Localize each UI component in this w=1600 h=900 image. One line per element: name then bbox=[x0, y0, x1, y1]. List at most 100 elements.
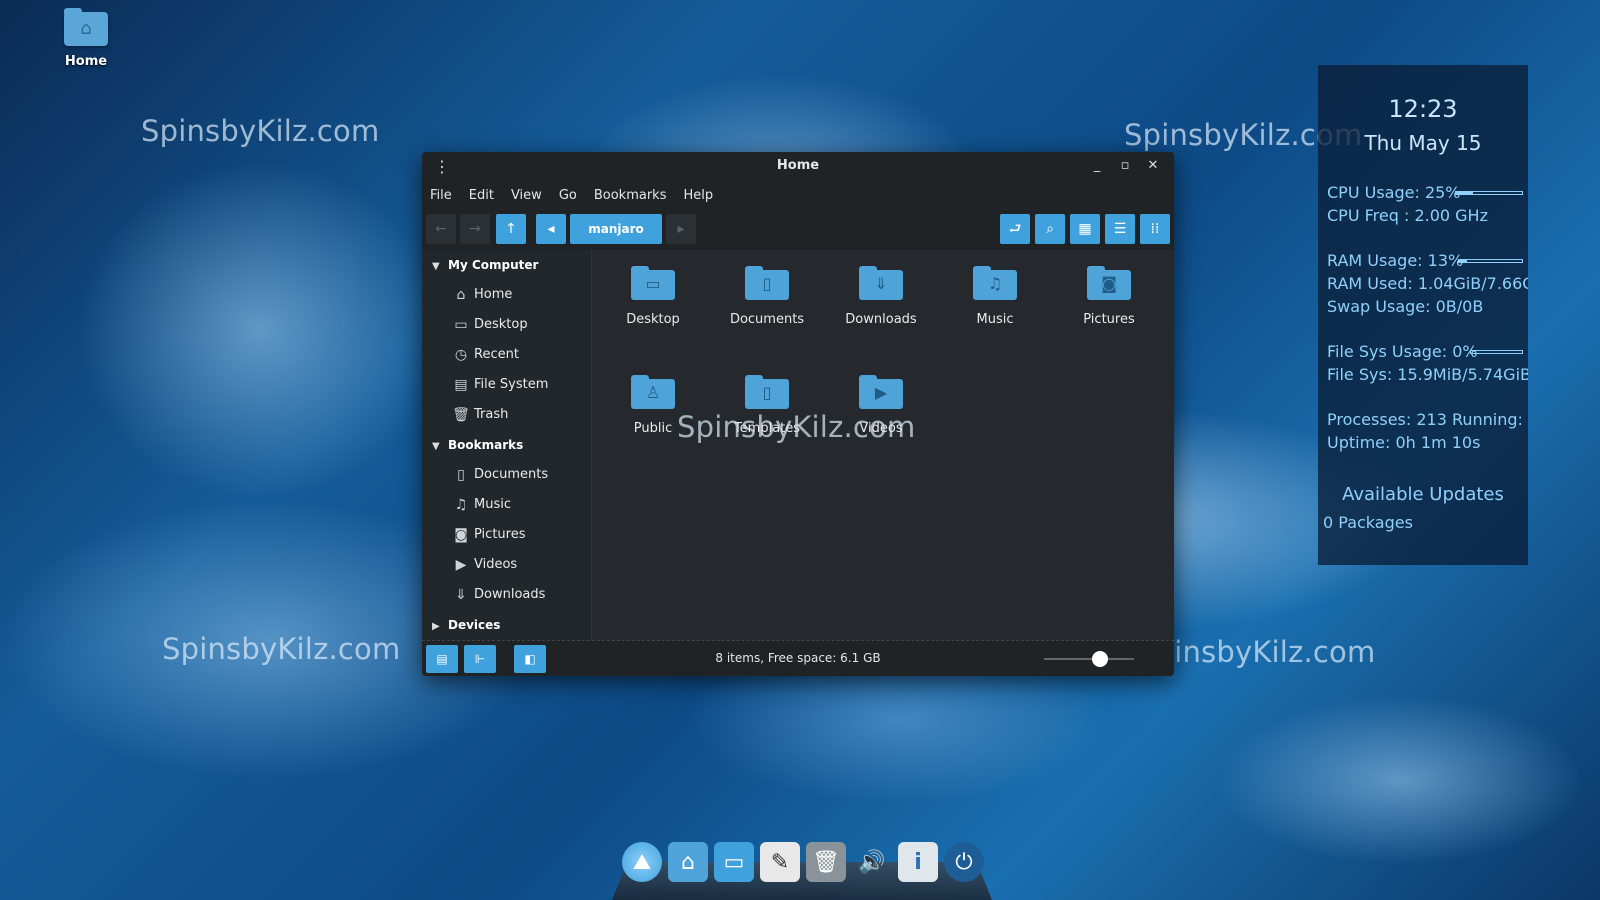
cpu-usage-bar-fill bbox=[1456, 192, 1473, 194]
folder-icon: ▯ bbox=[745, 266, 789, 300]
ram-usage-bar-fill bbox=[1459, 260, 1468, 262]
search-button[interactable]: ⌕ bbox=[1035, 214, 1065, 244]
swap-usage: Swap Usage: 0B/0B bbox=[1327, 297, 1484, 316]
watermark: SpinsbyKilz.com bbox=[677, 410, 916, 444]
sidebar-item-pictures[interactable]: ◙ Pictures bbox=[422, 520, 591, 550]
folder-music[interactable]: ♫ Music bbox=[945, 262, 1045, 327]
document-icon: ▯ bbox=[457, 467, 465, 483]
info-icon[interactable]: i bbox=[898, 842, 938, 882]
fs-usage: File Sys Usage: 0% bbox=[1318, 340, 1528, 363]
icon-view-button[interactable]: ▦ bbox=[1070, 214, 1100, 244]
zoom-slider-knob[interactable] bbox=[1092, 651, 1108, 667]
section-my-computer[interactable]: ▼ My Computer bbox=[422, 250, 591, 280]
up-button[interactable]: ↑ bbox=[496, 214, 526, 244]
sidebar-item-music[interactable]: ♫ Music bbox=[422, 490, 591, 520]
compact-view-button[interactable]: ⁞⁞ bbox=[1140, 214, 1170, 244]
ram-usage: RAM Usage: 13% bbox=[1318, 249, 1528, 272]
trash-icon[interactable]: 🗑 bbox=[806, 842, 846, 882]
folder-icon: ♫ bbox=[973, 266, 1017, 300]
video-icon: ▶ bbox=[455, 557, 467, 573]
menu-go[interactable]: Go bbox=[559, 188, 577, 203]
collapse-icon: ▶ bbox=[432, 621, 440, 632]
breadcrumb-manjaro[interactable]: manjaro bbox=[570, 214, 662, 244]
power-icon[interactable]: ⏻ bbox=[944, 842, 984, 882]
download-icon: ⇓ bbox=[455, 587, 467, 603]
menu-bookmarks[interactable]: Bookmarks bbox=[594, 188, 667, 203]
trash-icon: 🗑 bbox=[452, 407, 470, 423]
sidebar-item-desktop[interactable]: ▭ Desktop bbox=[422, 310, 591, 340]
list-view-button[interactable]: ☰ bbox=[1105, 214, 1135, 244]
desktop-home-label: Home bbox=[64, 54, 108, 69]
menu-bar: File Edit View Go Bookmarks Help bbox=[422, 182, 1174, 208]
folder-icon: ♙ bbox=[631, 375, 675, 409]
camera-icon: ◙ bbox=[454, 527, 468, 543]
text-editor-icon[interactable]: ✎ bbox=[760, 842, 800, 882]
maximize-icon[interactable]: ▫ bbox=[1116, 157, 1134, 175]
forward-button[interactable]: → bbox=[460, 214, 490, 244]
file-view: ▭ Desktop ▯ Documents ⇓ Downloads ♫ Music ◙ P… bbox=[593, 250, 1174, 640]
cpu-usage-bar bbox=[1455, 191, 1523, 195]
processes: Processes: 213 Running: 0 bbox=[1327, 410, 1528, 429]
home-icon: ⌂ bbox=[456, 287, 466, 303]
desktop-icon: ▭ bbox=[454, 317, 468, 333]
date: Thu May 15 bbox=[1364, 131, 1482, 155]
uptime: Uptime: 0h 1m 10s bbox=[1327, 433, 1481, 452]
breadcrumb-next-button[interactable]: ▸ bbox=[666, 214, 696, 244]
sidebar-item-file-system[interactable]: ▤ File System bbox=[422, 370, 591, 400]
toolbar: ← → ↑ ◂ manjaro ▸ ⮐ ⌕ ▦ ☰ ⁞⁞ bbox=[422, 208, 1174, 250]
folder-desktop[interactable]: ▭ Desktop bbox=[603, 262, 703, 327]
fs-usage-bar bbox=[1470, 350, 1523, 354]
manjaro-icon[interactable]: ⛰ bbox=[622, 842, 662, 882]
folder-documents[interactable]: ▯ Documents bbox=[717, 262, 817, 327]
status-bar: ▤ ⊩ ◧ 8 items, Free space: 6.1 GB bbox=[422, 640, 1174, 676]
updates-title: Available Updates bbox=[1342, 484, 1504, 505]
minimize-icon[interactable]: _ bbox=[1088, 157, 1106, 175]
dock: ⛰ ⌂ ▭ ✎ 🗑 🔊 i ⏻ bbox=[622, 842, 984, 882]
sidebar-item-trash[interactable]: 🗑 Trash bbox=[422, 400, 591, 430]
recent-icon: ◷ bbox=[454, 347, 468, 363]
sidebar-item-recent[interactable]: ◷ Recent bbox=[422, 340, 591, 370]
ram-usage-bar bbox=[1458, 259, 1523, 263]
window-title: Home bbox=[776, 158, 820, 173]
sidebar-item-home[interactable]: ⌂ Home bbox=[422, 280, 591, 310]
watermark: SpinsbyKilz.com bbox=[162, 632, 401, 666]
section-devices[interactable]: ▶ Devices bbox=[422, 610, 591, 640]
fs-used: File Sys: 15.9MiB/5.74GiB bbox=[1327, 365, 1528, 384]
section-bookmarks[interactable]: ▼ Bookmarks bbox=[422, 430, 591, 460]
sidebar-item-downloads[interactable]: ⇓ Downloads bbox=[422, 580, 591, 610]
back-button[interactable]: ← bbox=[426, 214, 456, 244]
folder-icon[interactable]: ▭ bbox=[714, 842, 754, 882]
ram-used: RAM Used: 1.04GiB/7.66GiB bbox=[1327, 274, 1528, 293]
breadcrumb-prev-button[interactable]: ◂ bbox=[536, 214, 566, 244]
cpu-freq: CPU Freq : 2.00 GHz bbox=[1327, 206, 1488, 225]
updates-count: 0 Packages bbox=[1323, 513, 1413, 532]
volume-icon[interactable]: 🔊 bbox=[852, 842, 892, 882]
sidebar-item-videos[interactable]: ▶ Videos bbox=[422, 550, 591, 580]
clock: 12:23 bbox=[1388, 95, 1458, 123]
folder-icon: ▭ bbox=[631, 266, 675, 300]
folder-pictures[interactable]: ◙ Pictures bbox=[1059, 262, 1159, 327]
folder-icon: ▶ bbox=[859, 375, 903, 409]
toggle-location-button[interactable]: ⮐ bbox=[1000, 214, 1030, 244]
title-bar[interactable]: ⋮ Home _ ▫ ✕ bbox=[422, 152, 1174, 182]
menu-file[interactable]: File bbox=[430, 188, 452, 203]
zoom-slider-track[interactable] bbox=[1044, 658, 1134, 660]
folder-icon: ◙ bbox=[1087, 266, 1131, 300]
music-icon: ♫ bbox=[454, 497, 468, 513]
home-icon[interactable]: ⌂ bbox=[668, 842, 708, 882]
menu-view[interactable]: View bbox=[511, 188, 542, 203]
expand-icon: ▼ bbox=[432, 261, 440, 272]
drive-icon: ▤ bbox=[454, 377, 468, 393]
file-manager-window: ⋮ Home _ ▫ ✕ File Edit View Go Bookmarks… bbox=[422, 152, 1174, 676]
cpu-usage: CPU Usage: 25% bbox=[1318, 181, 1528, 204]
menu-help[interactable]: Help bbox=[683, 188, 713, 203]
watermark: SpinsbyKilz.com bbox=[141, 114, 380, 148]
folder-icon: ⇓ bbox=[859, 266, 903, 300]
menu-edit[interactable]: Edit bbox=[469, 188, 494, 203]
sidebar-item-documents[interactable]: ▯ Documents bbox=[422, 460, 591, 490]
close-icon[interactable]: ✕ bbox=[1144, 157, 1162, 175]
sidebar: ▼ My Computer ⌂ Home ▭ Desktop ◷ Recent ▤ Fil… bbox=[422, 250, 592, 640]
desktop-home-icon[interactable]: ⌂ Home bbox=[58, 8, 114, 69]
conky-panel: 12:23 Thu May 15 CPU Usage: 25% CPU Freq… bbox=[1318, 65, 1528, 565]
folder-downloads[interactable]: ⇓ Downloads bbox=[831, 262, 931, 327]
